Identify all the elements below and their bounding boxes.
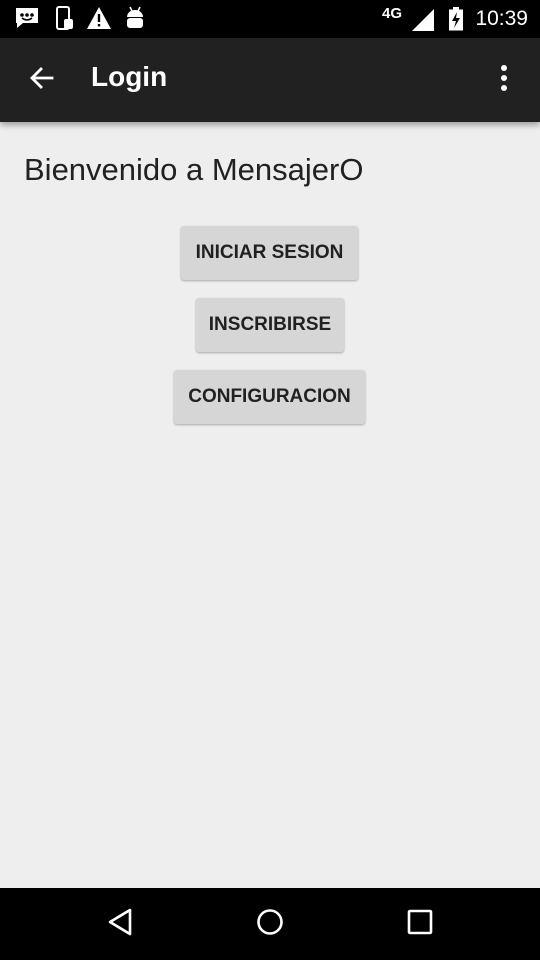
welcome-text: Bienvenido a MensajerO bbox=[24, 152, 364, 187]
network-type: 4G bbox=[382, 5, 403, 22]
navigation-bar bbox=[0, 888, 540, 960]
more-vert-icon bbox=[500, 64, 508, 97]
back-button[interactable] bbox=[18, 56, 66, 104]
battery-charging-icon bbox=[448, 7, 464, 36]
android-icon bbox=[125, 6, 145, 37]
status-time: 10:39 bbox=[475, 7, 528, 30]
home-circle-icon bbox=[256, 908, 284, 941]
nav-recents-button[interactable] bbox=[396, 900, 444, 948]
login-button[interactable]: INICIAR SESION bbox=[181, 226, 358, 280]
nav-back-button[interactable] bbox=[96, 900, 144, 948]
main-content: Bienvenido a MensajerO INICIAR SESION IN… bbox=[0, 122, 540, 888]
settings-button[interactable]: CONFIGURACION bbox=[174, 370, 365, 424]
overflow-menu-button[interactable] bbox=[486, 56, 522, 104]
app-bar: Login bbox=[0, 38, 540, 122]
back-triangle-icon bbox=[106, 907, 134, 942]
message-icon bbox=[14, 6, 40, 35]
nav-home-button[interactable] bbox=[246, 900, 294, 948]
arrow-back-icon bbox=[28, 64, 56, 97]
page-title: Login bbox=[91, 61, 168, 92]
phone-notification-icon bbox=[55, 6, 75, 37]
signup-button[interactable]: INSCRIBIRSE bbox=[196, 298, 344, 352]
signal-icon bbox=[411, 8, 435, 37]
warning-icon bbox=[86, 6, 112, 35]
status-bar: 4G 10:39 bbox=[0, 0, 540, 38]
recents-square-icon bbox=[407, 909, 433, 940]
